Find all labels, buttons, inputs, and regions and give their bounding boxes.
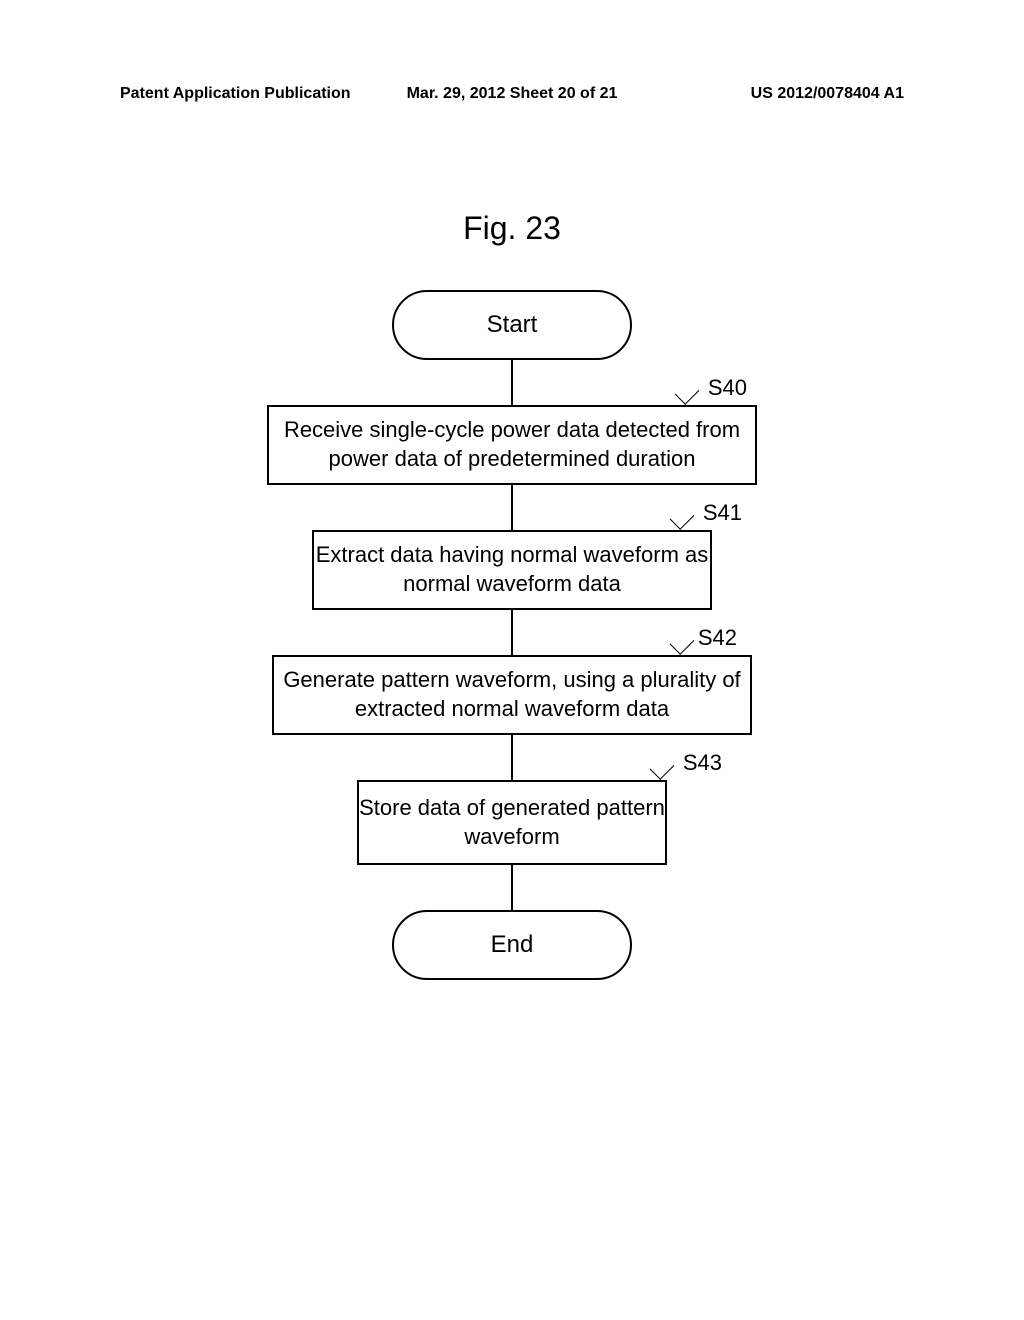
figure-title: Fig. 23	[463, 210, 561, 247]
process-s40-text: Receive single-cycle power data detected…	[269, 416, 755, 473]
step-label-s42: S42	[698, 625, 737, 651]
step-label-s41: S41	[703, 500, 742, 526]
flowchart-start: Start	[392, 290, 632, 360]
step-s41-container: S41 Extract data having normal waveform …	[312, 530, 712, 610]
end-label: End	[491, 931, 534, 959]
process-s41-text: Extract data having normal waveform as n…	[314, 541, 710, 598]
process-s42: Generate pattern waveform, using a plura…	[272, 655, 752, 735]
connector	[511, 610, 513, 655]
connector	[511, 735, 513, 780]
step-label-s40: S40	[708, 375, 747, 401]
header-publication-type: Patent Application Publication	[120, 85, 381, 103]
process-s43-text: Store data of generated pattern waveform	[359, 794, 665, 851]
connector	[511, 360, 513, 405]
connector	[511, 865, 513, 910]
step-s42-container: S42 Generate pattern waveform, using a p…	[272, 655, 752, 735]
step-s43-container: S43 Store data of generated pattern wave…	[357, 780, 667, 865]
page-header: Patent Application Publication Mar. 29, …	[0, 85, 1024, 103]
header-publication-number: US 2012/0078404 A1	[643, 85, 904, 103]
step-tick-icon	[670, 505, 695, 530]
flowchart-end: End	[392, 910, 632, 980]
connector	[511, 485, 513, 530]
step-tick-icon	[670, 630, 695, 655]
process-s42-text: Generate pattern waveform, using a plura…	[274, 666, 750, 723]
start-label: Start	[487, 311, 538, 339]
process-s40: Receive single-cycle power data detected…	[267, 405, 757, 485]
process-s41: Extract data having normal waveform as n…	[312, 530, 712, 610]
step-label-s43: S43	[683, 750, 722, 776]
step-tick-icon	[650, 755, 675, 780]
process-s43: Store data of generated pattern waveform	[357, 780, 667, 865]
step-tick-icon	[675, 380, 700, 405]
step-s40-container: S40 Receive single-cycle power data dete…	[267, 405, 757, 485]
flowchart-container: Start S40 Receive single-cycle power dat…	[267, 290, 757, 980]
header-date-sheet: Mar. 29, 2012 Sheet 20 of 21	[381, 85, 642, 103]
